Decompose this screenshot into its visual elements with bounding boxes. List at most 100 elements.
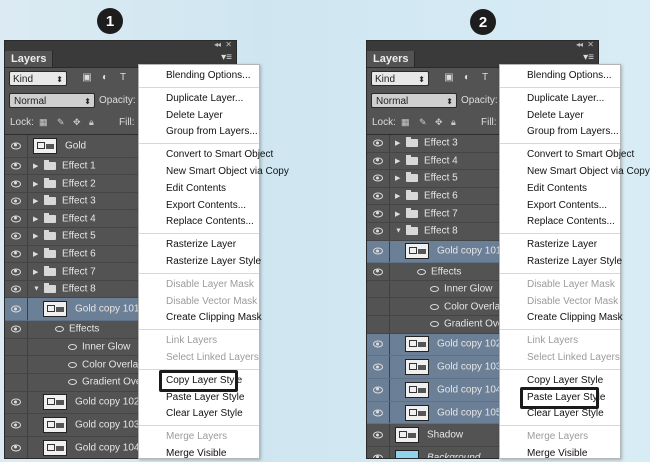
lock-transparent-icon[interactable]: ▦ [39,117,49,127]
visibility-cell[interactable] [367,316,390,333]
lock-position-icon[interactable]: ✥ [73,117,83,127]
menu-item-merge-visible[interactable]: Merge Visible [139,446,259,462]
collapse-icon[interactable]: ◂◂ [576,41,583,49]
eye-icon[interactable] [430,321,439,328]
visibility-cell[interactable] [367,222,390,240]
eye-icon[interactable] [11,305,21,313]
visibility-cell[interactable] [367,447,390,458]
collapse-icon[interactable]: ◂◂ [214,41,221,49]
visibility-cell[interactable] [367,205,390,222]
visibility-cell[interactable] [367,424,390,447]
expand-arrow-icon[interactable]: ▶ [395,192,400,200]
eye-icon[interactable] [11,232,21,240]
eye-icon[interactable] [68,361,77,368]
lock-all-icon[interactable]: 🔒︎ [89,117,99,127]
lock-image-icon[interactable]: ✎ [419,117,429,127]
visibility-cell[interactable] [5,280,28,298]
menu-item-edit-contents[interactable]: Edit Contents [500,181,620,197]
visibility-cell[interactable] [5,414,28,436]
visibility-cell[interactable] [367,135,390,152]
expand-arrow-icon[interactable]: ▶ [395,139,400,147]
expand-arrow-icon[interactable]: ▶ [395,210,400,218]
menu-item-rasterize-layer[interactable]: Rasterize Layer [500,237,620,253]
visibility-cell[interactable] [5,321,28,338]
eye-icon[interactable] [11,162,21,170]
visibility-cell[interactable] [367,356,390,378]
pixel-filter-icon[interactable]: ▣ [443,72,455,83]
eye-icon[interactable] [373,363,383,371]
blend-mode-select[interactable]: Normal ⬍ [9,93,95,108]
menu-item-duplicate-layer[interactable]: Duplicate Layer... [139,91,259,107]
adjustment-filter-icon[interactable]: ◐ [461,72,473,83]
eye-icon[interactable] [11,268,21,276]
expand-arrow-icon[interactable]: ▶ [33,232,38,240]
blend-mode-select[interactable]: Normal ⬍ [371,93,457,108]
eye-icon[interactable] [68,344,77,351]
menu-item-new-smart-object-via-copy[interactable]: New Smart Object via Copy [139,164,289,180]
expand-arrow-icon[interactable]: ▶ [395,157,400,165]
visibility-cell[interactable] [5,338,28,356]
visibility-cell[interactable] [367,333,390,356]
expand-arrow-icon[interactable]: ▶ [33,268,38,276]
eye-icon[interactable] [11,180,21,188]
visibility-cell[interactable] [367,170,390,187]
type-filter-icon[interactable]: T [117,72,129,83]
menu-item-blending-options[interactable]: Blending Options... [139,68,259,84]
menu-item-new-smart-object-via-copy[interactable]: New Smart Object via Copy [500,164,650,180]
expand-arrow-icon[interactable]: ▶ [33,180,38,188]
eye-icon[interactable] [373,157,383,165]
menu-item-edit-contents[interactable]: Edit Contents [139,181,259,197]
eye-icon[interactable] [430,303,439,310]
expand-arrow-icon[interactable]: ▶ [395,174,400,182]
collapse-arrow-icon[interactable]: ▼ [395,228,402,235]
expand-arrow-icon[interactable]: ▶ [33,197,38,205]
eye-icon[interactable] [11,197,21,205]
visibility-cell[interactable] [5,228,28,245]
eye-icon[interactable] [11,285,21,293]
menu-item-create-clipping-mask[interactable]: Create Clipping Mask [500,310,623,326]
eye-icon[interactable] [373,247,383,255]
visibility-cell[interactable] [5,175,28,192]
eye-icon[interactable] [373,192,383,200]
eye-icon[interactable] [68,379,77,386]
menu-item-clear-layer-style[interactable]: Clear Layer Style [139,406,259,422]
lock-position-icon[interactable]: ✥ [435,117,445,127]
menu-item-duplicate-layer[interactable]: Duplicate Layer... [500,91,620,107]
eye-icon[interactable] [373,210,383,218]
collapse-arrow-icon[interactable]: ▼ [33,286,40,293]
eye-icon[interactable] [373,227,383,235]
eye-icon[interactable] [373,454,383,458]
eye-icon[interactable] [373,386,383,394]
panel-menu-icon[interactable]: ▾≡ [583,52,594,63]
visibility-cell[interactable] [5,263,28,280]
menu-item-clear-layer-style[interactable]: Clear Layer Style [500,406,620,422]
menu-item-export-contents[interactable]: Export Contents... [500,198,620,214]
visibility-cell[interactable] [5,157,28,175]
pixel-filter-icon[interactable]: ▣ [81,72,93,83]
menu-item-create-clipping-mask[interactable]: Create Clipping Mask [139,310,262,326]
eye-icon[interactable] [373,174,383,182]
eye-icon[interactable] [373,268,383,276]
eye-icon[interactable] [11,142,21,150]
expand-arrow-icon[interactable]: ▶ [33,162,38,170]
tab-layers[interactable]: Layers [5,51,54,67]
menu-item-group-from-layers[interactable]: Group from Layers... [500,124,620,140]
menu-item-convert-to-smart-object[interactable]: Convert to Smart Object [139,147,273,163]
eye-icon[interactable] [373,139,383,147]
menu-item-replace-contents[interactable]: Replace Contents... [500,214,620,230]
eye-icon[interactable] [373,409,383,417]
visibility-cell[interactable] [367,379,390,401]
menu-item-paste-layer-style[interactable]: Paste Layer Style [139,390,259,406]
close-icon[interactable]: ✕ [587,41,594,49]
visibility-cell[interactable] [367,187,390,205]
menu-item-convert-to-smart-object[interactable]: Convert to Smart Object [500,147,634,163]
visibility-cell[interactable] [5,192,28,210]
visibility-cell[interactable] [367,401,390,424]
lock-image-icon[interactable]: ✎ [57,117,67,127]
eye-icon[interactable] [417,268,426,275]
visibility-cell[interactable] [367,263,390,280]
menu-item-delete-layer[interactable]: Delete Layer [139,108,259,124]
visibility-cell[interactable] [5,135,28,157]
visibility-cell[interactable] [367,240,390,263]
menu-item-rasterize-layer-style[interactable]: Rasterize Layer Style [500,254,622,270]
